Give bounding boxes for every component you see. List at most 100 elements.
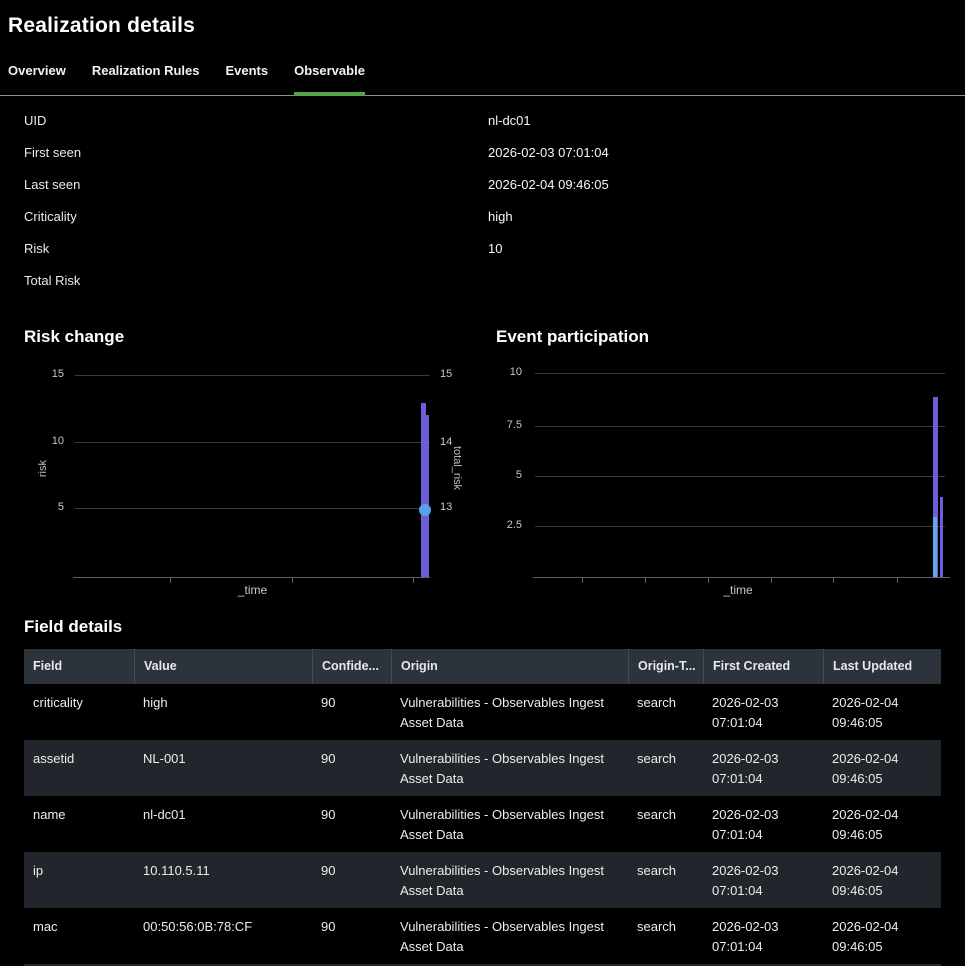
- cell-value: NL-001: [134, 740, 312, 796]
- column-header-value[interactable]: Value: [134, 649, 312, 684]
- cell-last-updated: 2026-02-04 09:46:05: [823, 684, 941, 740]
- y-tick-label: 10: [38, 435, 64, 448]
- x-tick: [708, 578, 709, 583]
- y-axis-label: risk: [37, 460, 49, 477]
- event-column[interactable]: [940, 497, 943, 577]
- cell-field: name: [24, 796, 134, 852]
- gridline: [535, 526, 945, 527]
- cell-origin: Vulnerabilities - Observables Ingest Ass…: [391, 740, 628, 796]
- cell-origin: Vulnerabilities - Observables Ingest Ass…: [391, 908, 628, 964]
- cell-value: 00:50:56:0B:78:CF: [134, 908, 312, 964]
- cell-confidence: 90: [312, 740, 391, 796]
- total-risk-column[interactable]: [426, 415, 429, 577]
- detail-row-total-risk: Total Risk: [24, 264, 941, 296]
- cell-first-created: 2026-02-03 07:01:04: [703, 740, 823, 796]
- x-tick: [413, 578, 414, 583]
- cell-value: 10.110.5.11: [134, 852, 312, 908]
- y-tick-label: 2.5: [492, 519, 522, 532]
- tab-realization-rules[interactable]: Realization Rules: [92, 61, 200, 96]
- x-axis-label: _time: [225, 583, 280, 597]
- risk-point-marker[interactable]: [419, 504, 431, 516]
- detail-row-risk: Risk 10: [24, 232, 941, 264]
- y-tick-label: 5: [38, 501, 64, 514]
- y-tick-label: 5: [492, 469, 522, 482]
- cell-origin: Vulnerabilities - Observables Ingest Ass…: [391, 796, 628, 852]
- cell-value: nl-dc01: [134, 796, 312, 852]
- x-axis-line: [73, 577, 430, 578]
- x-tick: [582, 578, 583, 583]
- cell-last-updated: 2026-02-04 09:46:05: [823, 740, 941, 796]
- detail-value: nl-dc01: [488, 113, 531, 128]
- detail-value: 2026-02-04 09:46:05: [488, 177, 609, 192]
- x-tick: [170, 578, 171, 583]
- table-row-ip[interactable]: ip 10.110.5.11 90 Vulnerabilities - Obse…: [24, 852, 941, 908]
- x-axis-label: _time: [712, 583, 764, 597]
- cell-first-created: 2026-02-03 07:01:04: [703, 852, 823, 908]
- cell-field: mac: [24, 908, 134, 964]
- cell-origin: Vulnerabilities - Observables Ingest Ass…: [391, 852, 628, 908]
- field-details-heading: Field details: [24, 617, 122, 637]
- table-header-row: Field Value Confide... Origin Origin-T..…: [24, 649, 941, 684]
- cell-field: assetid: [24, 740, 134, 796]
- cell-field: criticality: [24, 684, 134, 740]
- column-header-field[interactable]: Field: [24, 649, 134, 684]
- x-tick: [771, 578, 772, 583]
- cell-last-updated: 2026-02-04 09:46:05: [823, 852, 941, 908]
- detail-label: First seen: [24, 145, 488, 160]
- detail-value: 10: [488, 241, 502, 256]
- chart-title: Risk change: [24, 327, 124, 347]
- cell-origin-type: search: [628, 852, 703, 908]
- gridline: [535, 426, 945, 427]
- cell-confidence: 90: [312, 908, 391, 964]
- cell-origin-type: search: [628, 908, 703, 964]
- detail-row-last-seen: Last seen 2026-02-04 09:46:05: [24, 168, 941, 200]
- x-tick: [833, 578, 834, 583]
- column-header-last-updated[interactable]: Last Updated: [823, 649, 941, 684]
- y-tick-label: 15: [38, 368, 64, 381]
- column-header-origin[interactable]: Origin: [391, 649, 628, 684]
- cell-last-updated: 2026-02-04 09:46:05: [823, 908, 941, 964]
- page-title: Realization details: [8, 14, 195, 38]
- observable-summary: UID nl-dc01 First seen 2026-02-03 07:01:…: [24, 104, 941, 296]
- table-row-assetid[interactable]: assetid NL-001 90 Vulnerabilities - Obse…: [24, 740, 941, 796]
- tab-observable[interactable]: Observable: [294, 61, 365, 96]
- x-tick: [645, 578, 646, 583]
- cell-origin-type: search: [628, 796, 703, 852]
- cell-confidence: 90: [312, 852, 391, 908]
- detail-label: UID: [24, 113, 488, 128]
- cell-confidence: 90: [312, 684, 391, 740]
- y-tick-label: 10: [492, 366, 522, 379]
- detail-row-criticality: Criticality high: [24, 200, 941, 232]
- detail-value: 2026-02-03 07:01:04: [488, 145, 609, 160]
- table-row-mac[interactable]: mac 00:50:56:0B:78:CF 90 Vulnerabilities…: [24, 908, 941, 964]
- y2-axis-label: total_risk: [451, 446, 463, 490]
- tab-bar: Overview Realization Rules Events Observ…: [8, 61, 365, 96]
- detail-row-first-seen: First seen 2026-02-03 07:01:04: [24, 136, 941, 168]
- tab-events[interactable]: Events: [225, 61, 268, 96]
- detail-label: Last seen: [24, 177, 488, 192]
- x-axis-line: [533, 577, 950, 578]
- detail-label: Risk: [24, 241, 488, 256]
- gridline: [75, 508, 430, 509]
- chart-title: Event participation: [496, 327, 649, 347]
- event-column-blue[interactable]: [933, 517, 937, 577]
- y2-tick-label: 15: [440, 368, 466, 381]
- cell-confidence: 90: [312, 796, 391, 852]
- column-header-origin-type[interactable]: Origin-T...: [628, 649, 703, 684]
- gridline: [75, 442, 430, 443]
- column-header-first-created[interactable]: First Created: [703, 649, 823, 684]
- x-tick: [292, 578, 293, 583]
- table-row-name[interactable]: name nl-dc01 90 Vulnerabilities - Observ…: [24, 796, 941, 852]
- table-row-criticality[interactable]: criticality high 90 Vulnerabilities - Ob…: [24, 684, 941, 740]
- tab-overview[interactable]: Overview: [8, 61, 66, 96]
- column-header-confidence[interactable]: Confide...: [312, 649, 391, 684]
- detail-label: Criticality: [24, 209, 488, 224]
- cell-last-updated: 2026-02-04 09:46:05: [823, 796, 941, 852]
- y-tick-label: 7.5: [492, 419, 522, 432]
- cell-origin-type: search: [628, 684, 703, 740]
- cell-origin: Vulnerabilities - Observables Ingest Ass…: [391, 684, 628, 740]
- detail-value: high: [488, 209, 513, 224]
- detail-label: Total Risk: [24, 273, 488, 288]
- detail-row-uid: UID nl-dc01: [24, 104, 941, 136]
- realization-details-page: Realization details Overview Realization…: [0, 0, 965, 966]
